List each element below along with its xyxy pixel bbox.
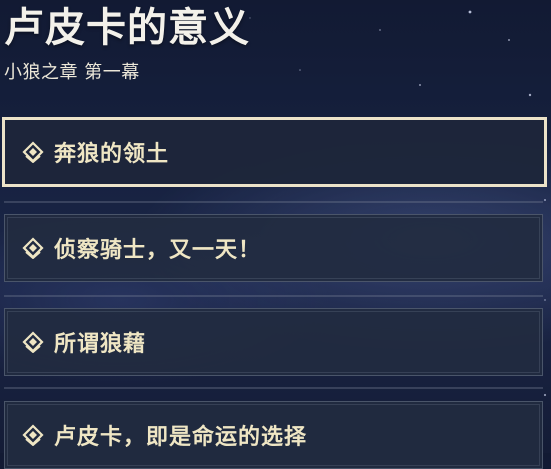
chapter-item-4[interactable]: 卢皮卡，即是命运的选择 [4,401,543,469]
chapter-label: 奔狼的领土 [54,142,170,167]
divider [4,387,543,389]
quest-diamond-icon [22,237,44,260]
divider [4,295,543,297]
quest-header: 卢皮卡的意义 小狼之章 第一幕 [4,0,250,84]
divider [4,201,543,203]
quest-diamond-icon [22,141,44,164]
quest-subtitle: 小狼之章 第一幕 [4,62,140,83]
chapter-item-3[interactable]: 所谓狼藉 [4,308,543,376]
chapter-label: 卢皮卡，即是命运的选择 [54,425,308,450]
chapter-label: 所谓狼藉 [54,332,147,357]
quest-title: 卢皮卡的意义 [4,5,250,51]
chapter-label: 侦察骑士，又一天！ [54,238,262,263]
chapter-item-2[interactable]: 侦察骑士，又一天！ [4,214,543,282]
chapter-item-1[interactable]: 奔狼的领土 [2,117,547,187]
quest-diamond-icon [22,331,44,354]
quest-diamond-icon [22,424,44,447]
